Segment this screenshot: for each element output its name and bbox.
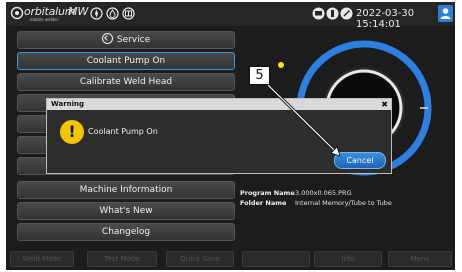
callout-pointer: [266, 83, 341, 157]
